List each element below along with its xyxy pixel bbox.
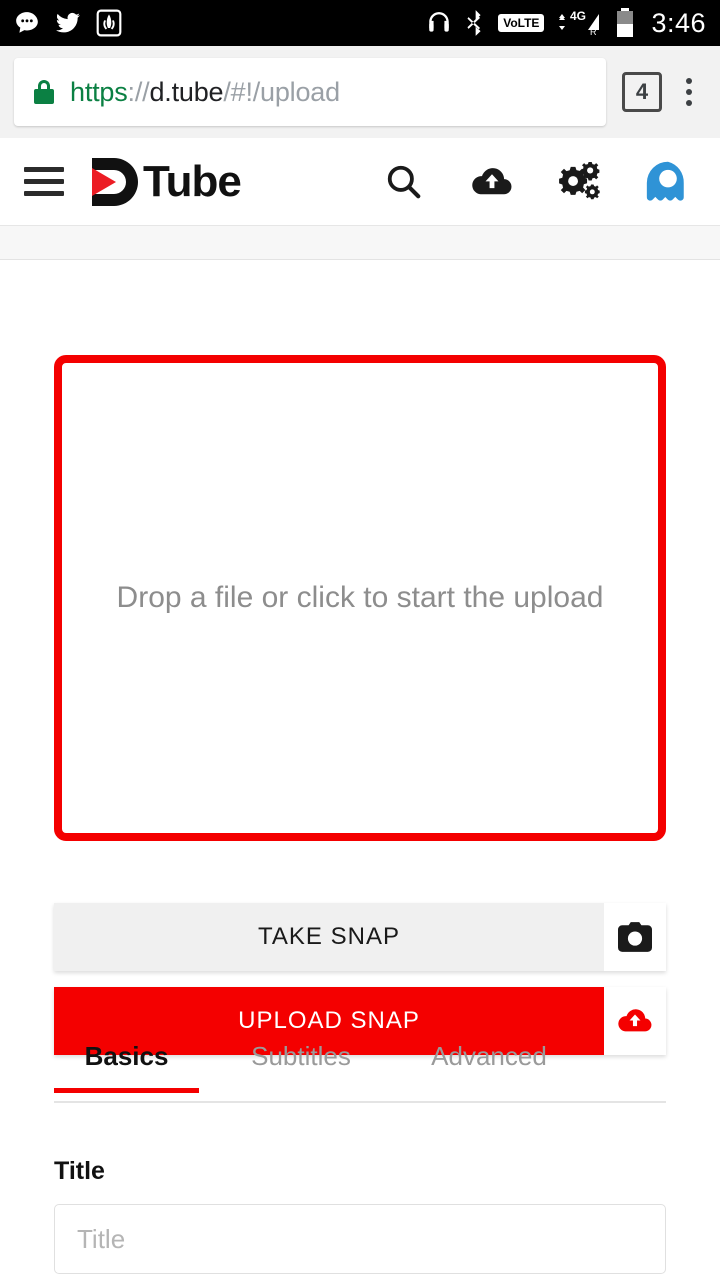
phone-screen: VoLTE 4G R 3:46 https://d.tube/#!/upload… xyxy=(0,0,720,1280)
status-bar-clock: 3:46 xyxy=(651,7,706,38)
battery-icon xyxy=(616,8,634,38)
signal-4g-icon: 4G R xyxy=(557,8,603,38)
upload-page-content: Drop a file or click to start the upload… xyxy=(0,355,720,1274)
volte-badge: VoLTE xyxy=(498,14,545,32)
address-bar[interactable]: https://d.tube/#!/upload xyxy=(14,58,606,126)
title-field-label: Title xyxy=(54,1157,105,1185)
page-subheader-band xyxy=(0,226,720,260)
dtube-play-d-icon xyxy=(90,157,142,206)
dropzone-label: Drop a file or click to start the upload xyxy=(116,581,604,614)
url-scheme: https xyxy=(70,76,128,107)
android-status-bar: VoLTE 4G R 3:46 xyxy=(0,0,720,46)
dtube-app-header: Tube xyxy=(0,138,720,226)
dtube-logo[interactable]: Tube xyxy=(90,156,242,206)
tab-switcher-button[interactable]: 4 xyxy=(622,72,662,112)
take-snap-label: TAKE SNAP xyxy=(54,903,604,971)
avatar-icon[interactable] xyxy=(646,160,690,204)
app-badge-icon xyxy=(96,9,122,37)
url-host: d.tube xyxy=(149,76,224,107)
take-snap-button[interactable]: TAKE SNAP xyxy=(54,903,666,971)
title-input[interactable] xyxy=(54,1204,666,1274)
upload-form-tabs: Basics Subtitles Advanced xyxy=(54,1041,666,1103)
messages-icon xyxy=(14,10,40,36)
tab-subtitles[interactable]: Subtitles xyxy=(221,1041,381,1088)
header-actions xyxy=(382,160,696,204)
svg-text:4G: 4G xyxy=(570,9,586,23)
headphones-icon xyxy=(426,10,452,36)
status-bar-left-icons xyxy=(14,9,122,37)
browser-toolbar: https://d.tube/#!/upload 4 xyxy=(0,46,720,138)
upload-cloud-icon[interactable] xyxy=(470,160,514,204)
camera-icon[interactable] xyxy=(604,903,666,971)
url-path: /#!/upload xyxy=(223,76,340,107)
settings-gears-icon[interactable] xyxy=(558,160,602,204)
twitter-icon xyxy=(54,10,82,36)
hamburger-menu-icon[interactable] xyxy=(24,167,64,196)
file-dropzone[interactable]: Drop a file or click to start the upload xyxy=(54,355,666,841)
dtube-logo-text: Tube xyxy=(143,156,242,206)
url-text: https://d.tube/#!/upload xyxy=(70,77,340,108)
status-bar-right-icons: VoLTE 4G R 3:46 xyxy=(426,8,706,39)
bluetooth-icon xyxy=(465,9,485,37)
tab-basics[interactable]: Basics xyxy=(54,1041,199,1093)
overflow-menu-icon[interactable] xyxy=(672,78,706,106)
secure-lock-icon xyxy=(34,80,54,104)
tab-advanced[interactable]: Advanced xyxy=(399,1041,579,1088)
search-icon[interactable] xyxy=(382,160,426,204)
url-separator: :// xyxy=(127,76,150,107)
svg-text:R: R xyxy=(590,27,597,37)
